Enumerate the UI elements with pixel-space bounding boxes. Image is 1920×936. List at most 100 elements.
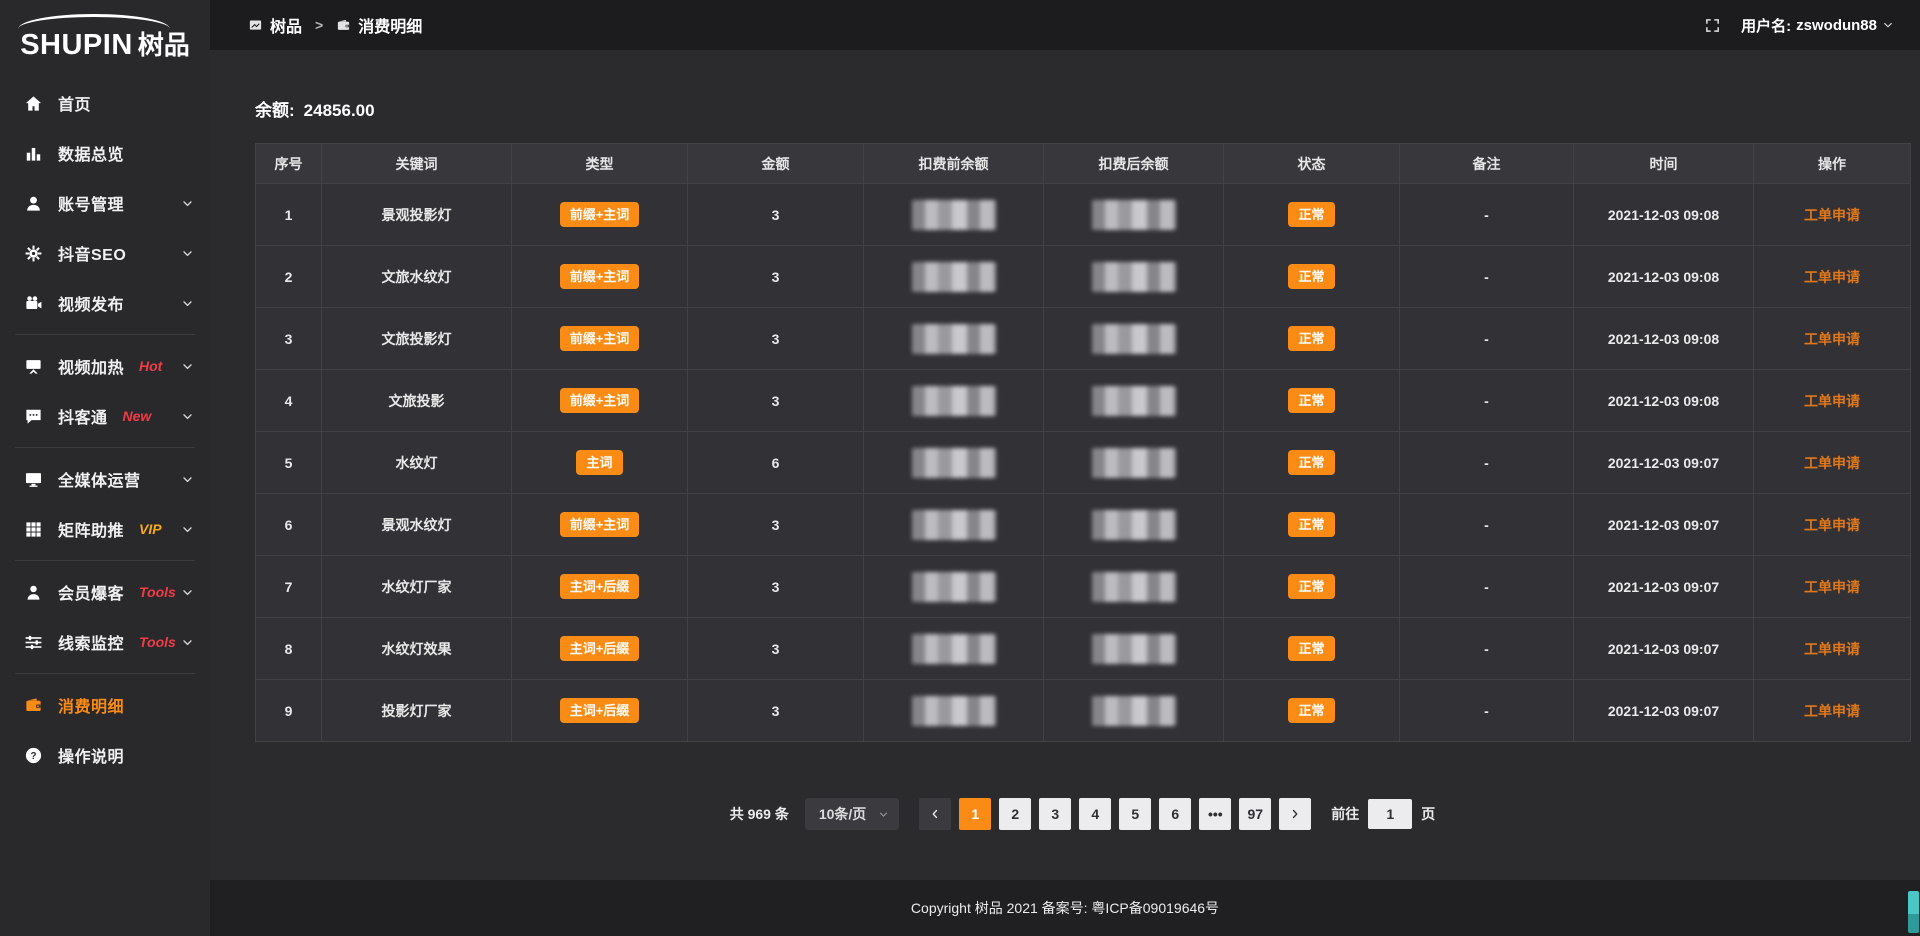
cell-remark: - [1400,246,1574,308]
chevron-down-icon [181,473,194,486]
breadcrumb-item-current[interactable]: 消费明细 [336,13,422,37]
redacted-value [912,572,996,602]
cell-type: 前缀+主词 [512,370,688,432]
cell-keyword: 文旅投影 [322,370,512,432]
breadcrumb-label: 消费明细 [358,13,422,37]
bar-chart-icon [24,144,43,163]
redacted-value [912,510,996,540]
cell-index: 7 [256,556,322,618]
cell-balance-before [864,184,1044,246]
cell-time: 2021-12-03 09:08 [1574,308,1754,370]
sidebar-item-矩阵助推[interactable]: 矩阵助推VIP [0,504,210,554]
status-badge: 正常 [1288,636,1334,661]
work-order-link[interactable]: 工单申请 [1804,641,1860,657]
sidebar: SHUPIN 树品 首页数据总览账号管理抖音SEO视频发布视频加热Hot抖客通N… [0,0,210,936]
cell-remark: - [1400,618,1574,680]
chevron-down-icon [181,360,194,373]
logo-arc [18,14,170,29]
sidebar-item-全媒体运营[interactable]: 全媒体运营 [0,454,210,504]
sidebar-item-badge: VIP [139,521,162,537]
sidebar-item-抖音SEO[interactable]: 抖音SEO [0,228,210,278]
sidebar-item-视频加热[interactable]: 视频加热Hot [0,341,210,391]
cell-remark: - [1400,556,1574,618]
cell-amount: 3 [688,370,864,432]
cell-time: 2021-12-03 09:07 [1574,432,1754,494]
sidebar-item-label: 视频发布 [58,291,124,315]
cell-amount: 3 [688,246,864,308]
cell-time: 2021-12-03 09:07 [1574,556,1754,618]
page-button-3[interactable]: 3 [1039,798,1071,830]
page-button-6[interactable]: 6 [1159,798,1191,830]
username-value: zswodun88 [1796,17,1877,34]
user-icon [24,194,43,213]
page-button-1[interactable]: 1 [959,798,991,830]
sidebar-item-首页[interactable]: 首页 [0,78,210,128]
goto-page-input[interactable] [1368,799,1412,829]
redacted-value [1092,510,1176,540]
cell-balance-after [1044,370,1224,432]
cell-amount: 3 [688,308,864,370]
fullscreen-icon[interactable] [1704,17,1721,34]
sidebar-item-线索监控[interactable]: 线索监控Tools [0,617,210,667]
user-menu[interactable]: 用户名: zswodun88 [1741,15,1894,36]
next-page-button[interactable] [1279,798,1311,830]
page-button-4[interactable]: 4 [1079,798,1111,830]
sidebar-item-数据总览[interactable]: 数据总览 [0,128,210,178]
sidebar-item-视频发布[interactable]: 视频发布 [0,278,210,328]
page-button-97[interactable]: 97 [1239,798,1271,830]
cell-type: 主词+后缀 [512,618,688,680]
wallet-icon [336,18,351,33]
cell-status: 正常 [1224,494,1400,556]
redacted-value [912,262,996,292]
page-button-2[interactable]: 2 [999,798,1031,830]
type-badge: 前缀+主词 [560,326,640,351]
work-order-link[interactable]: 工单申请 [1804,517,1860,533]
cell-status: 正常 [1224,618,1400,680]
work-order-link[interactable]: 工单申请 [1804,393,1860,409]
sidebar-item-label: 消费明细 [58,693,124,717]
cell-status: 正常 [1224,556,1400,618]
work-order-link[interactable]: 工单申请 [1804,703,1860,719]
column-header: 类型 [512,144,688,184]
sidebar-item-账号管理[interactable]: 账号管理 [0,178,210,228]
work-order-link[interactable]: 工单申请 [1804,455,1860,471]
cell-amount: 3 [688,184,864,246]
work-order-link[interactable]: 工单申请 [1804,207,1860,223]
breadcrumb-label: 树品 [270,13,302,37]
cell-index: 6 [256,494,322,556]
sidebar-item-label: 会员爆客 [58,580,124,604]
sidebar-item-消费明细[interactable]: 消费明细 [0,680,210,730]
status-badge: 正常 [1288,388,1334,413]
page-size-select[interactable]: 10条/页 [805,798,899,830]
column-header: 金额 [688,144,864,184]
monitor-icon [24,470,43,489]
cell-action: 工单申请 [1754,184,1911,246]
more-pages-button[interactable]: ••• [1199,798,1231,830]
cell-balance-before [864,494,1044,556]
main-content: 余额:24856.00 序号关键词类型金额扣费前余额扣费后余额状态备注时间操作 … [210,50,1920,936]
breadcrumb-item-home[interactable]: 树品 [248,13,302,37]
type-badge: 主词 [576,450,622,475]
sidebar-item-操作说明[interactable]: ?操作说明 [0,730,210,780]
sidebar-item-label: 数据总览 [58,141,124,165]
cell-type: 前缀+主词 [512,246,688,308]
gear-icon [24,244,43,263]
work-order-link[interactable]: 工单申请 [1804,579,1860,595]
page-button-5[interactable]: 5 [1119,798,1151,830]
work-order-link[interactable]: 工单申请 [1804,269,1860,285]
table-row: 4 文旅投影 前缀+主词 3 正常 - 2021-12-03 09:08 工单申… [256,370,1911,432]
cell-time: 2021-12-03 09:08 [1574,370,1754,432]
prev-page-button[interactable] [919,798,951,830]
redacted-value [912,324,996,354]
grid-icon [24,520,43,539]
sidebar-item-label: 线索监控 [58,630,124,654]
sidebar-item-label: 抖音SEO [58,241,126,265]
scrollbar-thumb[interactable] [1908,891,1919,933]
cell-type: 主词+后缀 [512,556,688,618]
cell-balance-before [864,370,1044,432]
table-row: 7 水纹灯厂家 主词+后缀 3 正常 - 2021-12-03 09:07 工单… [256,556,1911,618]
work-order-link[interactable]: 工单申请 [1804,331,1860,347]
sidebar-item-抖客通[interactable]: 抖客通New [0,391,210,441]
sidebar-item-会员爆客[interactable]: 会员爆客Tools [0,567,210,617]
app-icon [248,18,263,33]
